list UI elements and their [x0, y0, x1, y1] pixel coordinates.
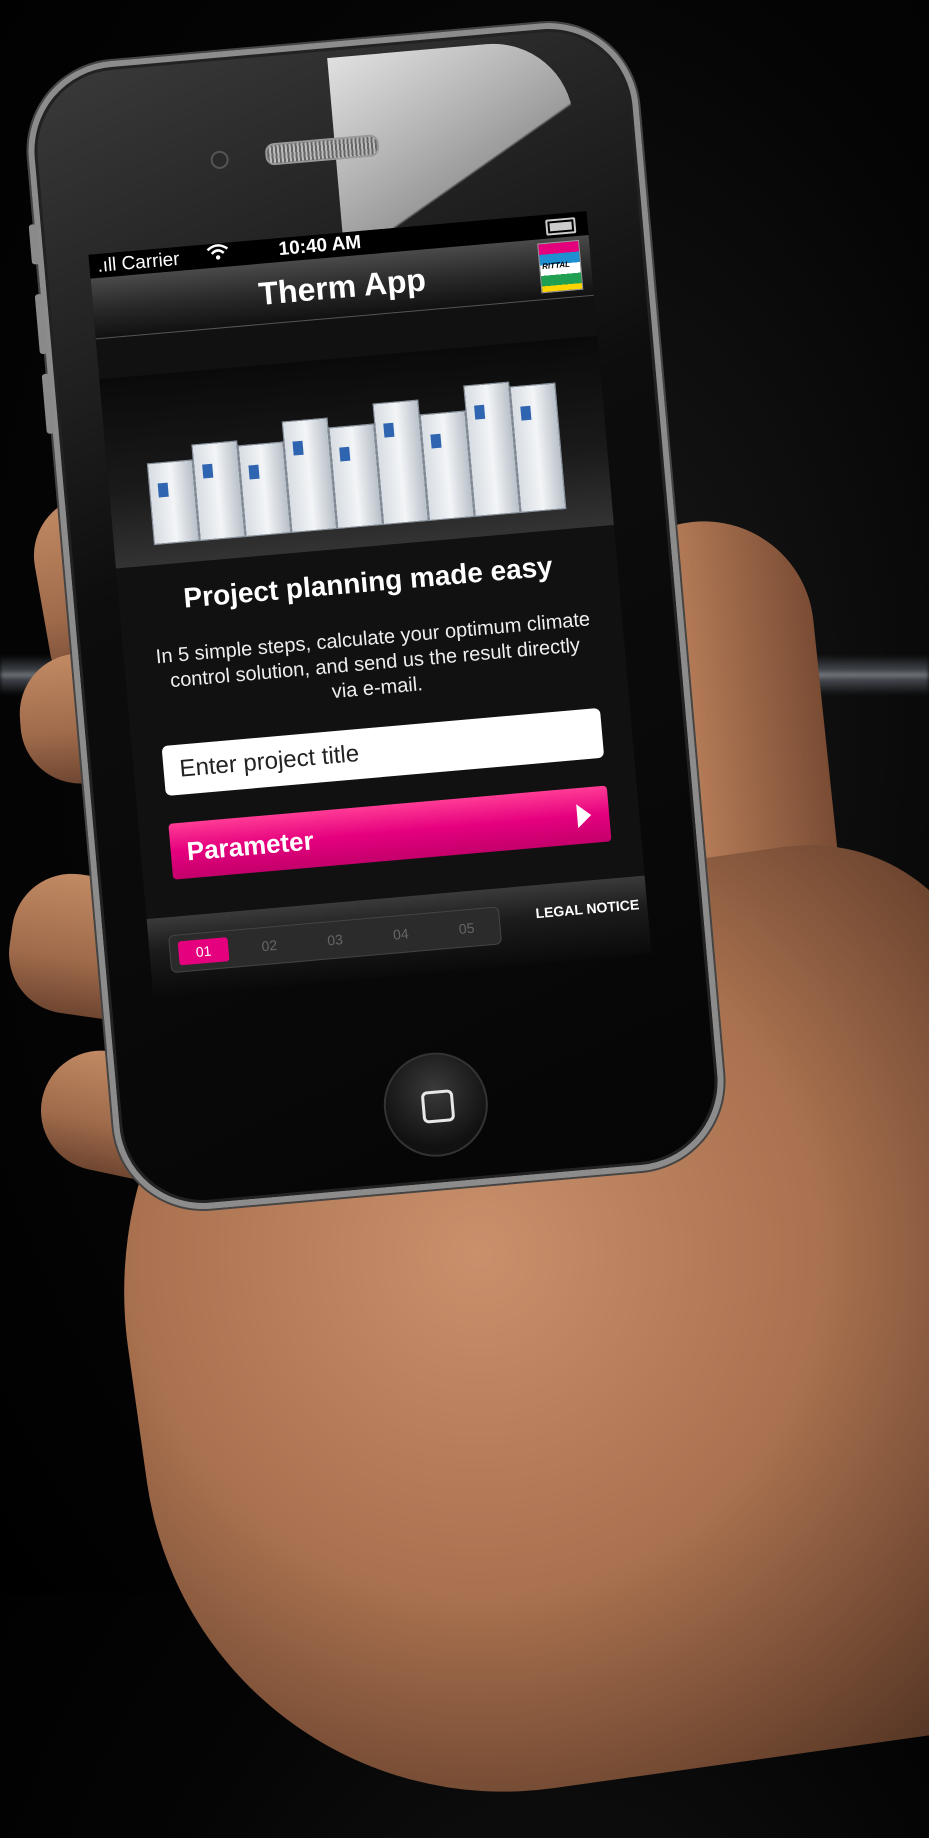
phone: .ıll Carrier 10:40 AM Therm App RITTAL P… [0, 0, 929, 1594]
front-camera [209, 150, 230, 170]
battery-icon [545, 217, 577, 236]
phone-body: .ıll Carrier 10:40 AM Therm App RITTAL P… [20, 15, 732, 1217]
home-square-icon [420, 1089, 456, 1124]
wifi-icon [206, 242, 230, 267]
step-02[interactable]: 02 [243, 931, 295, 959]
step-01[interactable]: 01 [177, 937, 230, 966]
project-title-input[interactable] [161, 707, 605, 796]
footer-bar: 01 02 03 04 05 LEGAL NOTICE [146, 875, 652, 997]
cabinet-image [191, 440, 246, 542]
rittal-logo: RITTAL [537, 239, 584, 294]
home-button[interactable] [379, 1048, 493, 1161]
cabinet-image [509, 382, 567, 514]
volume-up-button[interactable] [34, 293, 48, 355]
step-03[interactable]: 03 [309, 926, 361, 954]
cabinet-image [146, 459, 200, 546]
step-04[interactable]: 04 [375, 920, 427, 948]
description: In 5 simple steps, calculate your optimu… [154, 608, 591, 704]
cabinet-image [237, 441, 292, 538]
mute-switch[interactable] [28, 224, 41, 265]
step-indicator: 01 02 03 04 05 [168, 906, 503, 974]
app-screen: .ıll Carrier 10:40 AM Therm App RITTAL P… [88, 211, 652, 997]
legal-notice-link[interactable]: LEGAL NOTICE [535, 896, 640, 921]
logo-text: RITTAL [541, 259, 571, 272]
volume-down-button[interactable] [41, 373, 55, 434]
arrow-right-icon [576, 803, 593, 829]
step-05[interactable]: 05 [441, 914, 493, 942]
parameter-button-label: Parameter [185, 825, 315, 867]
parameter-button[interactable]: Parameter [168, 785, 612, 880]
hero-image [99, 335, 614, 569]
